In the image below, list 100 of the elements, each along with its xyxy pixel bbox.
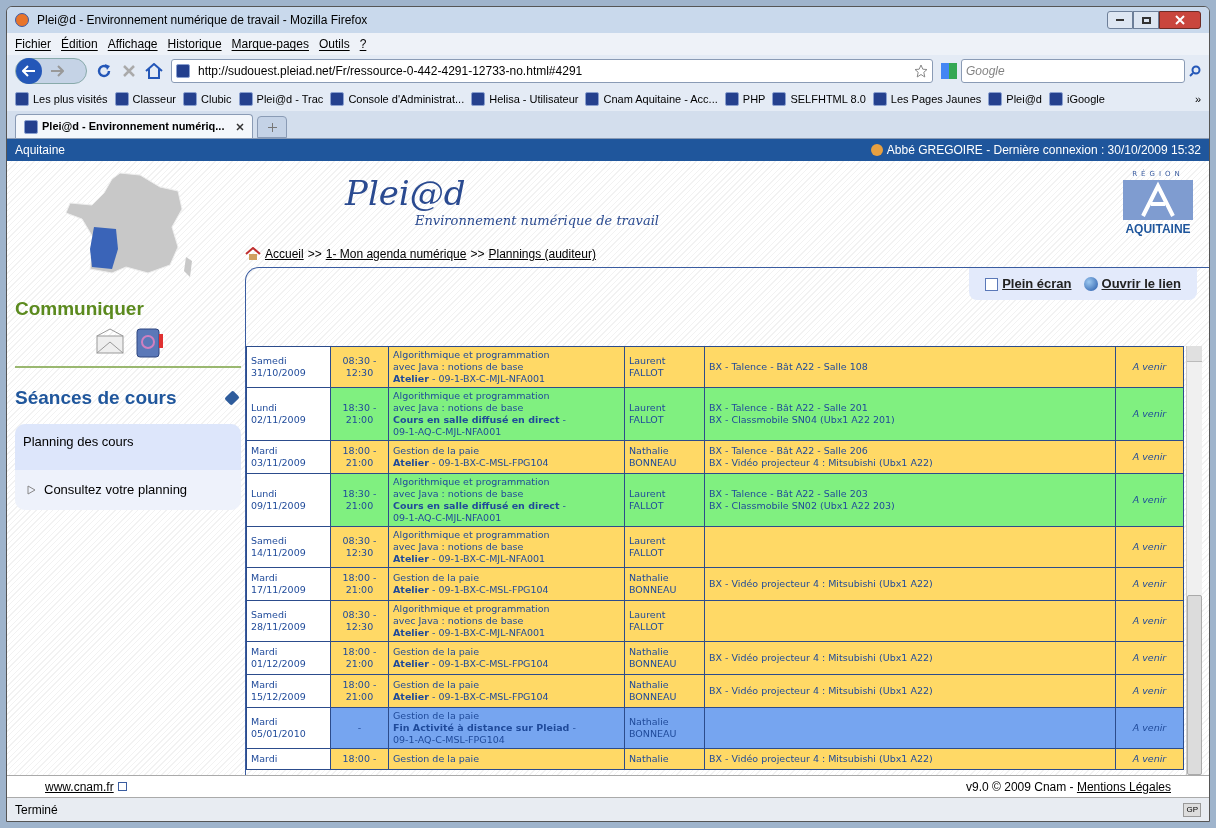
teacher-cell: Laurent FALLOT xyxy=(624,600,705,642)
bookmark-icon xyxy=(724,92,739,106)
user-icon xyxy=(870,144,883,156)
schedule-row[interactable]: Mardi 18:00 - Gestion de la paie Nathalie BX - Vidéo projecteur 4 : Mitsubishi (Ubx1 A22) A venir xyxy=(246,748,1184,770)
bookmark-item[interactable]: Plei@d xyxy=(988,90,1042,108)
close-button[interactable] xyxy=(1159,11,1201,29)
date-cell: Mardi 03/11/2009 xyxy=(246,440,331,474)
status-cell: A venir xyxy=(1115,641,1184,675)
course-cell: Algorithmique et programmation avec Java : notions de base Cours en salle diffusé en direct - 09-1-AQ-C-MJL-NFA001 xyxy=(388,473,625,527)
cnam-link[interactable]: www.cnam.fr xyxy=(45,777,114,796)
legal-link[interactable]: Mentions Légales xyxy=(1076,777,1171,796)
bookmark-icon xyxy=(872,92,887,106)
minimize-button[interactable] xyxy=(1107,11,1133,29)
teacher-cell: Laurent FALLOT xyxy=(624,346,705,388)
back-forward-button[interactable] xyxy=(15,58,87,84)
bookmark-item[interactable]: iGoogle xyxy=(1049,90,1105,108)
date-cell: Mardi 05/01/2010 xyxy=(246,707,331,749)
breadcrumb-separator: >> xyxy=(470,246,485,263)
schedule-row[interactable]: Mardi 17/11/2009 18:00 - 21:00 Gestion de la paie Atelier - 09-1-BX-C-MSL-FPG104 Nathalie BONNEAU BX - Vidéo projecteur 4 : Mitsubishi (Ubx1 A22) A venir xyxy=(246,567,1184,601)
course-cell: Gestion de la paie Atelier - 09-1-BX-C-MSL-FPG104 xyxy=(388,674,625,708)
bookmark-icon xyxy=(114,92,129,106)
menu-item[interactable]: Fichier xyxy=(15,35,51,53)
schedule-row[interactable]: Mardi 05/01/2010 - Gestion de la paie Fin Activité à distance sur Pleiad - 09-1-AQ-C-MSL-FPG104 Nathalie BONNEAU A venir xyxy=(246,707,1184,749)
bookmark-item[interactable]: PHP xyxy=(724,90,766,108)
breadcrumb-link[interactable]: Accueil xyxy=(265,245,304,263)
plus-icon xyxy=(267,122,277,132)
breadcrumb-link[interactable]: Plannings (auditeur) xyxy=(488,245,596,263)
bookmark-item[interactable]: Helisa - Utilisateur xyxy=(471,90,579,108)
address-bar[interactable]: http://sudouest.pleiad.net/Fr/ressource-0-442-4291-12733-no.html#4291 xyxy=(171,59,933,83)
teacher-cell: Nathalie BONNEAU xyxy=(624,440,705,474)
home-icon[interactable] xyxy=(145,63,163,79)
close-tab-icon[interactable] xyxy=(236,122,244,131)
address-book-icon[interactable] xyxy=(136,327,164,358)
location-cell: BX - Vidéo projecteur 4 : Mitsubishi (Ubx1 A22) xyxy=(704,567,1116,601)
bookmark-item[interactable]: Clubic xyxy=(183,90,232,108)
planning-link[interactable]: Consultez votre planning xyxy=(44,480,188,500)
time-cell: - xyxy=(330,707,389,749)
bookmark-item[interactable]: Console d'Administrat... xyxy=(330,90,465,108)
browser-tab[interactable]: Plei@d - Environnement numériq... xyxy=(15,114,253,138)
version-text: v9.0 © 2009 Cnam - xyxy=(966,778,1075,796)
action-link[interactable]: Plein écran xyxy=(1002,274,1072,294)
menu-item[interactable]: Affichage xyxy=(107,35,158,53)
panel-title: Planning des cours xyxy=(15,424,241,470)
status-cell: A venir xyxy=(1115,440,1184,474)
bookmark-item[interactable]: Les plus visités xyxy=(15,90,108,108)
time-cell: 18:00 - 21:00 xyxy=(330,440,389,474)
course-cell: Gestion de la paie Fin Activité à distance sur Pleiad - 09-1-AQ-C-MSL-FPG104 xyxy=(388,707,625,749)
search-icon[interactable] xyxy=(1189,65,1201,77)
time-cell: 08:30 - 12:30 xyxy=(330,346,389,388)
schedule-row[interactable]: Mardi 03/11/2009 18:00 - 21:00 Gestion de la paie Atelier - 09-1-BX-C-MSL-FPG104 Nathalie BONNEAU BX - Talence - Bât A22 - Salle 206 BX - Vidéo projecteur 4 : Mitsubishi (Ubx1 A22) A venir xyxy=(246,440,1184,474)
action-link[interactable]: Ouvrir le lien xyxy=(1101,274,1181,294)
bookmark-item[interactable]: SELFHTML 8.0 xyxy=(772,90,866,108)
maximize-button[interactable] xyxy=(1133,11,1159,29)
scrollbar[interactable] xyxy=(1186,346,1202,775)
window-title: Plei@d - Environnement numérique de travail - Mozilla Firefox xyxy=(37,12,368,29)
schedule-row[interactable]: Samedi 28/11/2009 08:30 - 12:30 Algorithmique et programmation avec Java : notions de base Atelier - 09-1-BX-C-MJL-NFA001 Laurent FALLOT A venir xyxy=(246,600,1184,642)
star-icon[interactable] xyxy=(914,64,928,78)
course-cell: Algorithmique et programmation avec Java : notions de base Atelier - 09-1-BX-C-MJL-NFA001 xyxy=(388,526,625,568)
menu-item[interactable]: Édition xyxy=(61,35,98,53)
scrollbar-thumb[interactable] xyxy=(1187,595,1202,775)
date-cell: Mardi xyxy=(246,748,331,770)
schedule-row[interactable]: Mardi 01/12/2009 18:00 - 21:00 Gestion de la paie Atelier - 09-1-BX-C-MSL-FPG104 Nathalie BONNEAU BX - Vidéo projecteur 4 : Mitsubishi (Ubx1 A22) A venir xyxy=(246,641,1184,675)
teacher-cell: Nathalie BONNEAU xyxy=(624,567,705,601)
schedule-row[interactable] xyxy=(246,473,1184,527)
tab-icon xyxy=(24,119,38,134)
home-icon[interactable] xyxy=(245,247,261,261)
teacher-cell: Laurent FALLOT xyxy=(624,526,705,568)
region-label: Aquitaine xyxy=(15,142,66,159)
teacher-cell: Nathalie BONNEAU xyxy=(624,707,705,749)
bookmark-item[interactable]: Classeur xyxy=(114,90,176,108)
bookmark-item[interactable]: Cnam Aquitaine - Acc... xyxy=(585,90,718,108)
menu-item[interactable]: Marque-pages xyxy=(231,35,309,53)
schedule-row[interactable] xyxy=(246,387,1184,441)
reload-icon[interactable] xyxy=(95,62,113,80)
bookmark-item[interactable]: Plei@d - Trac xyxy=(238,90,324,108)
external-link-icon xyxy=(117,782,127,791)
teacher-cell: Laurent FALLOT xyxy=(624,387,705,441)
globe-icon xyxy=(1083,277,1098,291)
back-arrow-icon xyxy=(22,65,36,77)
date-cell: Mardi 01/12/2009 xyxy=(246,641,331,675)
site-icon xyxy=(176,64,190,78)
menu-item[interactable]: Outils xyxy=(318,35,350,53)
menu-item[interactable]: Historique xyxy=(167,35,222,53)
teacher-cell: Nathalie xyxy=(624,748,705,770)
time-cell: 18:00 - 21:00 xyxy=(330,567,389,601)
new-tab-button[interactable] xyxy=(257,116,287,138)
schedule-row[interactable]: Mardi 15/12/2009 18:00 - 21:00 Gestion de la paie Atelier - 09-1-BX-C-MSL-FPG104 Nathalie BONNEAU BX - Vidéo projecteur 4 : Mitsubishi (Ubx1 A22) A venir xyxy=(246,674,1184,708)
schedule-row[interactable]: Samedi 31/10/2009 08:30 - 12:30 Algorithmique et programmation avec Java : notions de base Atelier - 09-1-BX-C-MJL-NFA001 Laurent FALLOT BX - Talence - Bât A22 - Salle 108 A venir xyxy=(246,346,1184,388)
status-cell: A venir xyxy=(1115,567,1184,601)
bookmark-icon xyxy=(1049,92,1063,106)
course-cell: Algorithmique et programmation avec Java : notions de base Atelier - 09-1-BX-C-MJL-NFA001 xyxy=(388,600,625,642)
teacher-cell: Nathalie BONNEAU xyxy=(624,641,705,675)
breadcrumb-link[interactable]: 1- Mon agenda numérique xyxy=(325,245,467,263)
search-field[interactable]: Google xyxy=(961,59,1185,83)
schedule-row[interactable]: Samedi 14/11/2009 08:30 - 12:30 Algorithmique et programmation avec Java : notions de base Atelier - 09-1-BX-C-MJL-NFA001 Laurent FALLOT A venir xyxy=(246,526,1184,568)
menu-item[interactable]: ? xyxy=(359,35,367,53)
more-bookmarks-button[interactable]: » xyxy=(1194,90,1201,108)
bookmark-icon xyxy=(330,92,345,106)
bookmark-item[interactable]: Les Pages Jaunes xyxy=(872,90,982,108)
triangle-icon xyxy=(27,484,36,495)
